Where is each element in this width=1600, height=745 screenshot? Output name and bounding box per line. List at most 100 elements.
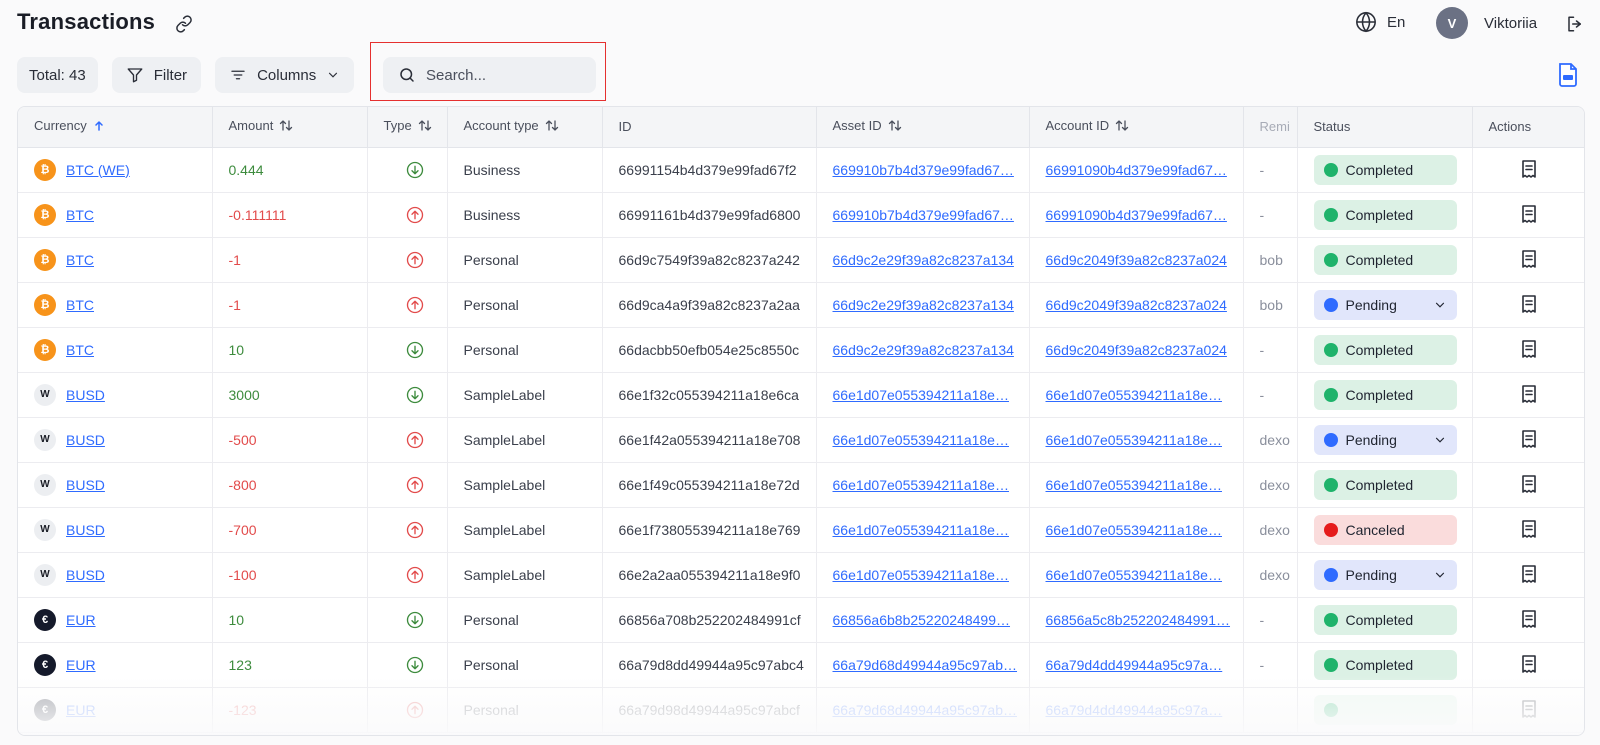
receipt-icon[interactable] (1518, 473, 1540, 495)
table-row[interactable]: W BUSD 3000 SampleLabel 66e1f32c055394211… (18, 372, 1584, 418)
currency-link[interactable]: BTC (66, 207, 94, 223)
asset-id-link[interactable]: 66d9c2e29f39a82c8237a134 (833, 297, 1014, 313)
receipt-icon[interactable] (1518, 608, 1540, 630)
table-body: ₿ BTC (WE) 0.444 Business 66991154b4d379e… (18, 147, 1584, 733)
asset-id-link[interactable]: 66a79d68d49944a95c97ab… (833, 657, 1018, 673)
logout-icon[interactable] (1564, 13, 1586, 35)
table-row[interactable]: W BUSD -700 SampleLabel 66e1f738055394211… (18, 507, 1584, 553)
account-id-link[interactable]: 66991090b4d379e99fad67… (1046, 162, 1227, 178)
account-id-link[interactable]: 66991090b4d379e99fad67… (1046, 207, 1227, 223)
table-row[interactable]: € EUR 123 Personal 66a79d8dd49944a95c97ab… (18, 642, 1584, 688)
asset-id-link[interactable]: 66e1d07e055394211a18e… (833, 477, 1009, 493)
column-header-account-id[interactable]: Account ID (1029, 107, 1244, 148)
columns-button[interactable]: Columns (215, 57, 355, 93)
status-badge[interactable]: Pending (1313, 289, 1457, 320)
asset-id-cell: 66d9c2e29f39a82c8237a134 (816, 282, 1030, 328)
column-header-currency[interactable]: Currency (18, 107, 213, 148)
asset-id-link[interactable]: 669910b7b4d379e99fad67… (833, 162, 1014, 178)
currency-link[interactable]: EUR (66, 657, 96, 673)
account-id-link[interactable]: 66d9c2049f39a82c8237a024 (1046, 252, 1227, 268)
type-cell (367, 327, 448, 373)
table-row[interactable]: ₿ BTC (WE) 0.444 Business 66991154b4d379e… (18, 147, 1584, 193)
currency-link[interactable]: EUR (66, 612, 96, 628)
column-header-asset-id[interactable]: Asset ID (816, 107, 1030, 148)
account-id-link[interactable]: 66e1d07e055394211a18e… (1046, 477, 1222, 493)
currency-link[interactable]: BUSD (66, 567, 105, 583)
link-icon[interactable] (173, 13, 195, 35)
table-row[interactable]: ₿ BTC -1 Personal 66d9ca4a9f39a82c8237a2a… (18, 282, 1584, 328)
receipt-icon[interactable] (1518, 428, 1540, 450)
sort-icon[interactable] (279, 119, 293, 135)
asset-id-link[interactable]: 66856a6b8b25220248499… (833, 612, 1011, 628)
currency-link[interactable]: EUR (66, 702, 96, 718)
account-type-cell: SampleLabel (447, 462, 603, 508)
currency-link[interactable]: BUSD (66, 522, 105, 538)
currency-link[interactable]: BTC (WE) (66, 162, 130, 178)
csv-file-icon[interactable] (1556, 62, 1580, 88)
account-id-link[interactable]: 66856a5c8b252202484991… (1046, 612, 1231, 628)
filter-button[interactable]: Filter (111, 57, 202, 93)
account-id-link[interactable]: 66e1d07e055394211a18e… (1046, 567, 1222, 583)
sort-icon[interactable] (1115, 119, 1129, 135)
account-id-link[interactable]: 66a79d4dd49944a95c97a… (1046, 702, 1223, 718)
sort-icon[interactable] (888, 119, 902, 135)
table-row[interactable]: ₿ BTC -1 Personal 66d9c7549f39a82c8237a24… (18, 237, 1584, 283)
user-menu[interactable]: V Viktoriia (1436, 7, 1537, 39)
asset-id-link[interactable]: 66e1d07e055394211a18e… (833, 387, 1009, 403)
table-row[interactable]: € EUR -123 Personal 66a79d98d49944a95c97a… (18, 687, 1584, 733)
asset-id-link[interactable]: 66e1d07e055394211a18e… (833, 567, 1009, 583)
sort-icon[interactable] (545, 119, 559, 135)
receipt-icon[interactable] (1518, 518, 1540, 540)
account-id-link[interactable]: 66e1d07e055394211a18e… (1046, 432, 1222, 448)
currency-link[interactable]: BUSD (66, 477, 105, 493)
column-header-amount[interactable]: Amount (212, 107, 368, 148)
receipt-icon[interactable] (1518, 248, 1540, 270)
receipt-icon[interactable] (1518, 203, 1540, 225)
asset-id-link[interactable]: 66d9c2e29f39a82c8237a134 (833, 342, 1014, 358)
receipt-icon[interactable] (1518, 383, 1540, 405)
sort-icon[interactable] (93, 120, 105, 135)
account-id-link[interactable]: 66e1d07e055394211a18e… (1046, 522, 1222, 538)
language-selector[interactable]: En (1355, 11, 1405, 33)
currency-link[interactable]: BTC (66, 342, 94, 358)
status-badge[interactable]: Pending (1313, 424, 1457, 455)
status-badge: Canceled (1313, 514, 1457, 545)
account-id-link[interactable]: 66d9c2049f39a82c8237a024 (1046, 342, 1227, 358)
account-id-link[interactable]: 66e1d07e055394211a18e… (1046, 387, 1222, 403)
table-row[interactable]: ₿ BTC 10 Personal 66dacbb50efb054e25c8550… (18, 327, 1584, 373)
receipt-icon[interactable] (1518, 563, 1540, 585)
receipt-icon[interactable] (1518, 158, 1540, 180)
search-input[interactable] (426, 66, 586, 84)
currency-link[interactable]: BTC (66, 297, 94, 313)
asset-id-link[interactable]: 669910b7b4d379e99fad67… (833, 207, 1014, 223)
asset-id-link[interactable]: 66e1d07e055394211a18e… (833, 432, 1009, 448)
table-row[interactable]: W BUSD -500 SampleLabel 66e1f42a055394211… (18, 417, 1584, 463)
account-id-link[interactable]: 66d9c2049f39a82c8237a024 (1046, 297, 1227, 313)
receipt-icon[interactable] (1518, 338, 1540, 360)
status-badge[interactable]: Pending (1313, 559, 1457, 590)
table-row[interactable]: ₿ BTC -0.111111 Business 66991161b4d379e9… (18, 192, 1584, 238)
status-cell: Completed (1297, 237, 1473, 283)
table-row[interactable]: € EUR 10 Personal 66856a708b252202484991c… (18, 597, 1584, 643)
column-header-account-type[interactable]: Account type (447, 107, 603, 148)
asset-id-link[interactable]: 66e1d07e055394211a18e… (833, 522, 1009, 538)
account-id-cell: 66991090b4d379e99fad67… (1029, 192, 1244, 238)
type-cell (367, 597, 448, 643)
status-label: Completed (1345, 251, 1414, 268)
currency-link[interactable]: BUSD (66, 432, 105, 448)
receipt-icon[interactable] (1518, 653, 1540, 675)
receipt-icon[interactable] (1518, 698, 1540, 720)
column-header-type[interactable]: Type (367, 107, 448, 148)
sort-icon[interactable] (418, 119, 432, 135)
table-row[interactable]: W BUSD -100 SampleLabel 66e2a2aa055394211… (18, 552, 1584, 598)
asset-id-link[interactable]: 66d9c2e29f39a82c8237a134 (833, 252, 1014, 268)
currency-link[interactable]: BTC (66, 252, 94, 268)
receipt-icon[interactable] (1518, 293, 1540, 315)
table-row[interactable]: W BUSD -800 SampleLabel 66e1f49c055394211… (18, 462, 1584, 508)
status-dot (1323, 702, 1338, 717)
account-id-link[interactable]: 66a79d4dd49944a95c97a… (1046, 657, 1223, 673)
status-dot (1323, 207, 1338, 222)
currency-link[interactable]: BUSD (66, 387, 105, 403)
asset-id-link[interactable]: 66a79d68d49944a95c97ab… (833, 702, 1018, 718)
account-id-cell: 66d9c2049f39a82c8237a024 (1029, 237, 1244, 283)
